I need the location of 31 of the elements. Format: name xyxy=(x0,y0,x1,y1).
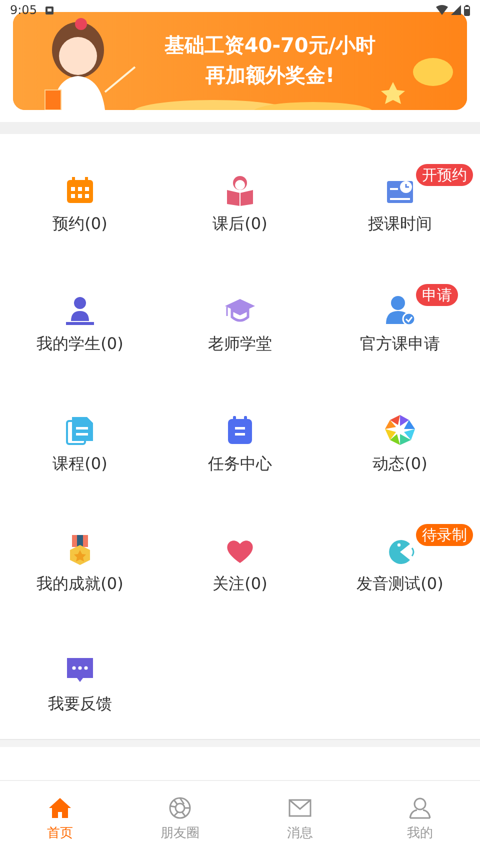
menu-item-label[interactable]: 老师学堂 xyxy=(208,334,272,354)
user-icon xyxy=(408,796,432,820)
calendar-icon[interactable] xyxy=(64,174,96,206)
menu-item-label[interactable]: 任务中心 xyxy=(208,454,272,474)
notification-icon xyxy=(44,6,54,14)
banner-headline: 基础工资40-70元/小时 xyxy=(164,32,376,58)
menu-item-label[interactable]: 发音测试(0) xyxy=(356,574,444,594)
student-desk-icon[interactable] xyxy=(64,294,96,326)
home-icon xyxy=(48,796,72,820)
menu-item-label[interactable]: 授课时间 xyxy=(368,214,432,234)
menu-item-label[interactable]: 关注(0) xyxy=(212,574,268,594)
menu-item-label[interactable]: 我要反馈 xyxy=(48,694,112,714)
status-badge: 待录制 xyxy=(416,524,473,546)
wifi-icon xyxy=(436,5,448,15)
battery-icon xyxy=(464,4,470,16)
menu-item-label[interactable]: 课后(0) xyxy=(212,214,268,234)
signal-icon xyxy=(451,5,461,15)
aperture-icon xyxy=(168,796,192,820)
aperture-icon[interactable] xyxy=(384,414,416,446)
verified-user-icon[interactable] xyxy=(384,294,416,326)
menu-item-label[interactable]: 我的学生(0) xyxy=(36,334,124,354)
menu-item-label[interactable]: 官方课申请 xyxy=(360,334,440,354)
status-badge: 申请 xyxy=(416,284,458,306)
menu-item-label[interactable]: 课程(0) xyxy=(52,454,108,474)
banner-subline: 再加额外奖金! xyxy=(205,62,335,88)
menu-item-label[interactable]: 我的成就(0) xyxy=(36,574,124,594)
reading-person-icon[interactable] xyxy=(224,174,256,206)
menu-item-label[interactable]: 动态(0) xyxy=(372,454,428,474)
status-badge: 开预约 xyxy=(416,164,473,186)
document-icon[interactable] xyxy=(64,414,96,446)
menu-item-label[interactable]: 预约(0) xyxy=(52,214,108,234)
